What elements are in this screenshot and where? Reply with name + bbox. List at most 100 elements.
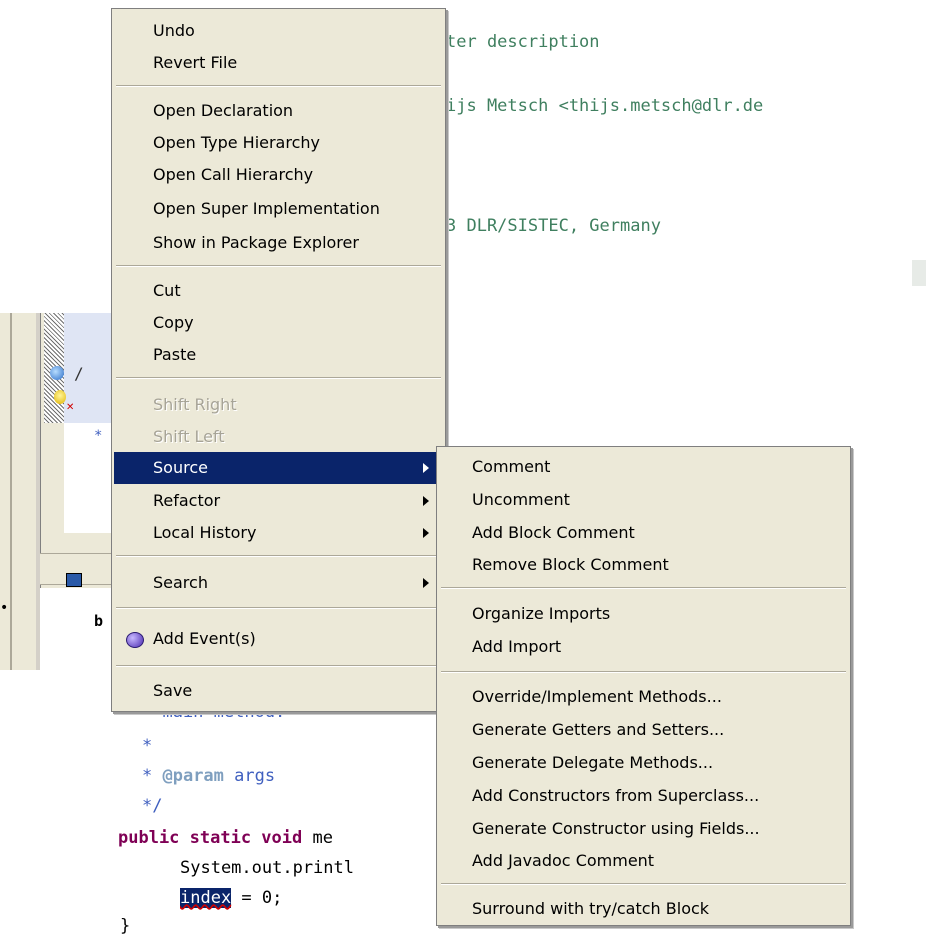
assignment-fragment: = 0;	[231, 888, 283, 908]
error-x-icon: ✕	[66, 402, 75, 413]
submenu-item-generate-delegate[interactable]: Generate Delegate Methods...	[437, 747, 850, 779]
menu-separator	[116, 607, 441, 609]
menu-item-label: Local History	[153, 523, 257, 542]
menu-item-label: Paste	[153, 345, 197, 364]
method-name-fragment: me	[302, 828, 333, 848]
menu-item-label: Shift Right	[153, 395, 237, 414]
menu-item-label: Search	[153, 573, 208, 592]
menu-item-label: Revert File	[153, 53, 238, 72]
menu-item-search[interactable]: Search	[112, 567, 445, 599]
submenu-item-add-constructors-superclass[interactable]: Add Constructors from Superclass...	[437, 780, 850, 812]
menu-item-label: Open Type Hierarchy	[153, 133, 320, 152]
menu-item-add-events[interactable]: Add Event(s)	[112, 623, 445, 655]
keyword-public-static-void: public static void	[118, 828, 303, 848]
menu-item-shift-left: Shift Left	[112, 421, 445, 453]
submenu-arrow-icon	[423, 463, 429, 473]
overview-ruler-mark	[912, 260, 926, 286]
menu-item-show-in-package-explorer[interactable]: Show in Package Explorer	[112, 227, 445, 259]
menu-separator	[116, 555, 441, 557]
submenu-item-label: Generate Constructor using Fields...	[472, 819, 760, 838]
param-name: args	[223, 766, 276, 786]
menu-item-open-type-hierarchy[interactable]: Open Type Hierarchy	[112, 127, 445, 159]
menu-item-source[interactable]: Source	[114, 452, 443, 484]
menu-item-save[interactable]: Save	[112, 675, 445, 707]
code-line-11: }	[120, 916, 131, 936]
menu-item-copy[interactable]: Copy	[112, 307, 445, 339]
menu-item-label: Shift Left	[153, 427, 225, 446]
menu-item-label: Open Call Hierarchy	[153, 165, 314, 184]
menu-item-open-super-implementation[interactable]: Open Super Implementation	[112, 193, 445, 225]
submenu-item-label: Add Javadoc Comment	[472, 851, 655, 870]
submenu-item-override-implement[interactable]: Override/Implement Methods...	[437, 681, 850, 713]
breakpoint-icon[interactable]	[50, 366, 64, 380]
submenu-item-label: Remove Block Comment	[472, 555, 669, 574]
menu-item-label: Save	[153, 681, 193, 700]
menu-item-undo[interactable]: Undo	[112, 15, 445, 47]
menu-separator	[116, 377, 441, 379]
context-menu: Undo Revert File Open Declaration Open T…	[111, 8, 446, 712]
submenu-arrow-icon	[423, 578, 429, 588]
submenu-arrow-icon	[423, 496, 429, 506]
menu-separator	[441, 883, 846, 885]
submenu-item-generate-constructor-fields[interactable]: Generate Constructor using Fields...	[437, 813, 850, 845]
menu-item-open-declaration[interactable]: Open Declaration	[112, 95, 445, 127]
submenu-item-add-block-comment[interactable]: Add Block Comment	[437, 517, 850, 549]
menu-item-refactor[interactable]: Refactor	[112, 485, 445, 517]
submenu-item-generate-getters-setters[interactable]: Generate Getters and Setters...	[437, 714, 850, 746]
selected-identifier[interactable]: index	[180, 888, 232, 908]
menu-item-label: Cut	[153, 281, 181, 300]
menu-item-local-history[interactable]: Local History	[112, 517, 445, 549]
code-fragment-star: *	[94, 428, 103, 444]
menu-item-paste[interactable]: Paste	[112, 339, 445, 371]
submenu-item-label: Uncomment	[472, 490, 570, 509]
console-monitor-icon[interactable]	[66, 573, 82, 587]
menu-item-label: Source	[153, 458, 208, 477]
submenu-item-surround-try-catch[interactable]: Surround with try/catch Block	[437, 893, 850, 925]
submenu-item-add-import[interactable]: Add Import	[437, 631, 850, 663]
code-line-2: ijs Metsch <thijs.metsch@dlr.de	[446, 96, 764, 116]
code-line-6: * @param args	[142, 766, 275, 786]
menu-item-label: Open Super Implementation	[153, 199, 380, 218]
menu-item-label: Show in Package Explorer	[153, 233, 359, 252]
submenu-item-label: Add Block Comment	[472, 523, 635, 542]
code-line-3: 3 DLR/SISTEC, Germany	[446, 216, 661, 236]
code-line-7: */	[142, 796, 163, 816]
submenu-item-label: Surround with try/catch Block	[472, 899, 710, 918]
menu-separator	[116, 665, 441, 667]
submenu-item-label: Add Import	[472, 637, 562, 656]
bullet-fragment: •	[0, 600, 9, 616]
menu-item-label: Undo	[153, 21, 195, 40]
doc-star: *	[142, 766, 163, 786]
code-line-9: System.out.printl	[180, 858, 354, 878]
submenu-item-label: Add Constructors from Superclass...	[472, 786, 760, 805]
menu-separator	[116, 85, 441, 87]
param-tag: @param	[162, 766, 224, 786]
code-line-10: index = 0;	[180, 888, 282, 908]
menu-separator	[116, 265, 441, 267]
menu-item-revert-file[interactable]: Revert File	[112, 47, 445, 79]
code-line-5: *	[142, 736, 153, 756]
menu-item-label: Copy	[153, 313, 194, 332]
menu-item-label: Refactor	[153, 491, 221, 510]
menu-separator	[441, 587, 846, 589]
submenu-item-comment[interactable]: Comment	[437, 451, 850, 483]
menu-item-label: Add Event(s)	[153, 629, 256, 648]
submenu-item-label: Override/Implement Methods...	[472, 687, 722, 706]
add-event-icon	[126, 632, 144, 648]
panel-divider	[10, 313, 12, 670]
submenu-item-remove-block-comment[interactable]: Remove Block Comment	[437, 549, 850, 581]
menu-item-open-call-hierarchy[interactable]: Open Call Hierarchy	[112, 159, 445, 191]
submenu-item-label: Generate Delegate Methods...	[472, 753, 714, 772]
submenu-item-organize-imports[interactable]: Organize Imports	[437, 598, 850, 630]
menu-item-cut[interactable]: Cut	[112, 275, 445, 307]
quickfix-bulb-icon[interactable]	[54, 390, 66, 404]
menu-separator	[441, 671, 846, 673]
submenu-item-add-javadoc[interactable]: Add Javadoc Comment	[437, 845, 850, 877]
code-line-8: public static void me	[118, 828, 333, 848]
editor-fragment-white	[64, 423, 112, 533]
submenu-item-label: Generate Getters and Setters...	[472, 720, 725, 739]
submenu-arrow-icon	[423, 528, 429, 538]
menu-item-label: Open Declaration	[153, 101, 294, 120]
submenu-item-label: Organize Imports	[472, 604, 611, 623]
submenu-item-uncomment[interactable]: Uncomment	[437, 484, 850, 516]
